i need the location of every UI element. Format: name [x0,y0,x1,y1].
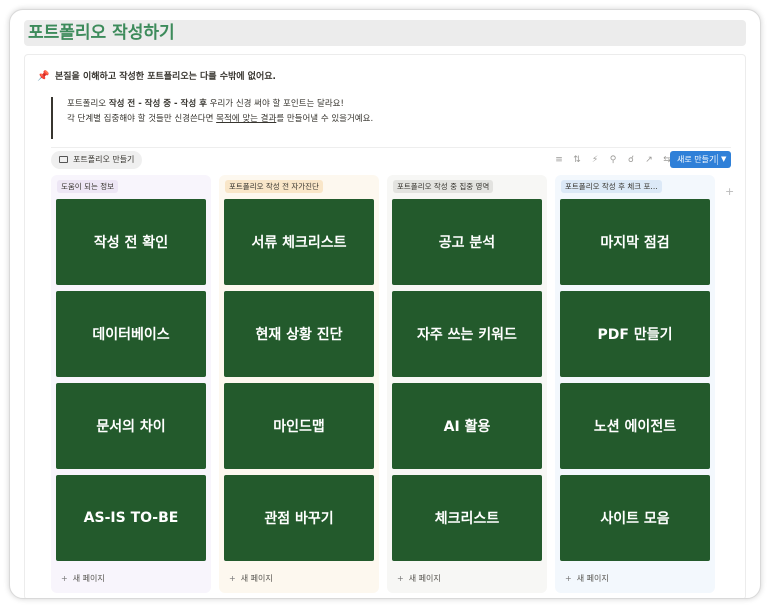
quote-line-2: 각 단계별 집중해야 할 것들만 신경쓴다면 목적에 맞는 결과를 만들어낼 수… [67,112,731,127]
expand-icon[interactable]: ↗ [643,154,655,166]
callout-block: 📌 본질을 이해하고 작성한 포트폴리오는 다를 수밖에 없어요. 포트폴리오 작… [24,54,746,598]
quote-underlined-text: 목적에 맞는 결과 [216,114,277,124]
board-column: 포트폴리오 작성 후 체크 포... 마지막 점검 PDF 만들기 노션 에이전트 사이… [555,175,715,593]
sort-icon[interactable]: ⇅ [571,154,583,166]
new-page-button[interactable]: + 새 페이지 [61,573,105,584]
quote-text: 우리가 신경 써야 할 포인트는 달라요! [206,99,344,109]
new-button[interactable]: 새로 만들기 ▼ [670,151,731,168]
view-tab-label: 포트폴리오 만들기 [73,155,135,164]
new-page-label: 새 페이지 [72,574,105,583]
board-card[interactable]: 사이트 모음 [560,475,710,561]
board-card[interactable]: 데이터베이스 [56,291,206,377]
new-button-label: 새로 만들기 [677,155,717,164]
board-card[interactable]: 마인드맵 [224,383,374,469]
new-page-label: 새 페이지 [240,574,273,583]
page-title: 포트폴리오 작성하기 [24,20,746,46]
button-separator [717,154,718,165]
chevron-down-icon[interactable]: ▼ [721,151,726,168]
board-view: 도움이 되는 정보작성 전 확인 데이터베이스 문서의 차이 AS-IS TO-BE +… [51,175,743,593]
pushpin-icon: 📌 [37,71,50,82]
column-header[interactable]: 도움이 되는 정보 [57,180,119,193]
database-toolbar: ≡ ⇅ ⚡ ⚲ ☌ ↗ ⇆ [553,152,673,168]
board-card[interactable]: 자주 쓰는 키워드 [392,291,542,377]
new-page-button[interactable]: + 새 페이지 [397,573,441,584]
new-page-label: 새 페이지 [408,574,441,583]
board-card[interactable]: 공고 분석 [392,199,542,285]
lightning-icon[interactable]: ⚡ [589,154,601,166]
board-card[interactable]: 노션 에이전트 [560,383,710,469]
board-view-icon [59,156,68,163]
quote-text: 각 단계별 집중해야 할 것들만 신경쓴다면 [67,114,217,124]
new-page-button[interactable]: + 새 페이지 [565,573,609,584]
plus-icon: + [229,574,236,583]
quote-text: 를 만들어낼 수 있을거예요. [276,114,374,124]
column-header[interactable]: 포트폴리오 작성 중 집중 영역 [393,180,494,193]
board-column: 포트폴리오 작성 중 집중 영역공고 분석 자주 쓰는 키워드 AI 활용 체크리스트… [387,175,547,593]
callout-heading: 📌 본질을 이해하고 작성한 포트폴리오는 다를 수밖에 없어요. [37,69,276,82]
board-card[interactable]: 서류 체크리스트 [224,199,374,285]
filter-icon[interactable]: ≡ [553,154,565,166]
new-page-button[interactable]: + 새 페이지 [229,573,273,584]
quote-bold-text: 작성 전 - 작성 중 - 작성 후 [108,99,207,109]
board-card[interactable]: 작성 전 확인 [56,199,206,285]
search-icon[interactable]: ⚲ [607,154,619,166]
quote-block: 포트폴리오 작성 전 - 작성 중 - 작성 후 우리가 신경 써야 할 포인트… [51,97,731,139]
board-card[interactable]: 문서의 차이 [56,383,206,469]
board-card[interactable]: PDF 만들기 [560,291,710,377]
quote-line-1: 포트폴리오 작성 전 - 작성 중 - 작성 후 우리가 신경 써야 할 포인트… [67,97,731,112]
board-card[interactable]: 체크리스트 [392,475,542,561]
add-column-icon[interactable]: + [725,185,734,198]
board-card[interactable]: 현재 상황 진단 [224,291,374,377]
column-header[interactable]: 포트폴리오 작성 후 체크 포... [561,180,662,193]
zoom-icon[interactable]: ☌ [625,154,637,166]
board-card[interactable]: AS-IS TO-BE [56,475,206,561]
divider [51,147,731,148]
plus-icon: + [397,574,404,583]
plus-icon: + [565,574,572,583]
callout-heading-text: 본질을 이해하고 작성한 포트폴리오는 다를 수밖에 없어요. [55,72,276,82]
app-frame: 포트폴리오 작성하기 📌 본질을 이해하고 작성한 포트폴리오는 다를 수밖에 없… [9,9,761,599]
board-card[interactable]: 관점 바꾸기 [224,475,374,561]
board-column: 도움이 되는 정보작성 전 확인 데이터베이스 문서의 차이 AS-IS TO-BE +… [51,175,211,593]
board-column: 포트폴리오 작성 전 자가진단서류 체크리스트 현재 상황 진단 마인드맵 관점 바꾸… [219,175,379,593]
view-tab-board[interactable]: 포트폴리오 만들기 [51,151,143,169]
plus-icon: + [61,574,68,583]
column-header[interactable]: 포트폴리오 작성 전 자가진단 [225,180,323,193]
board-card[interactable]: AI 활용 [392,383,542,469]
new-page-label: 새 페이지 [576,574,609,583]
quote-text: 포트폴리오 [67,99,109,109]
board-card[interactable]: 마지막 점검 [560,199,710,285]
